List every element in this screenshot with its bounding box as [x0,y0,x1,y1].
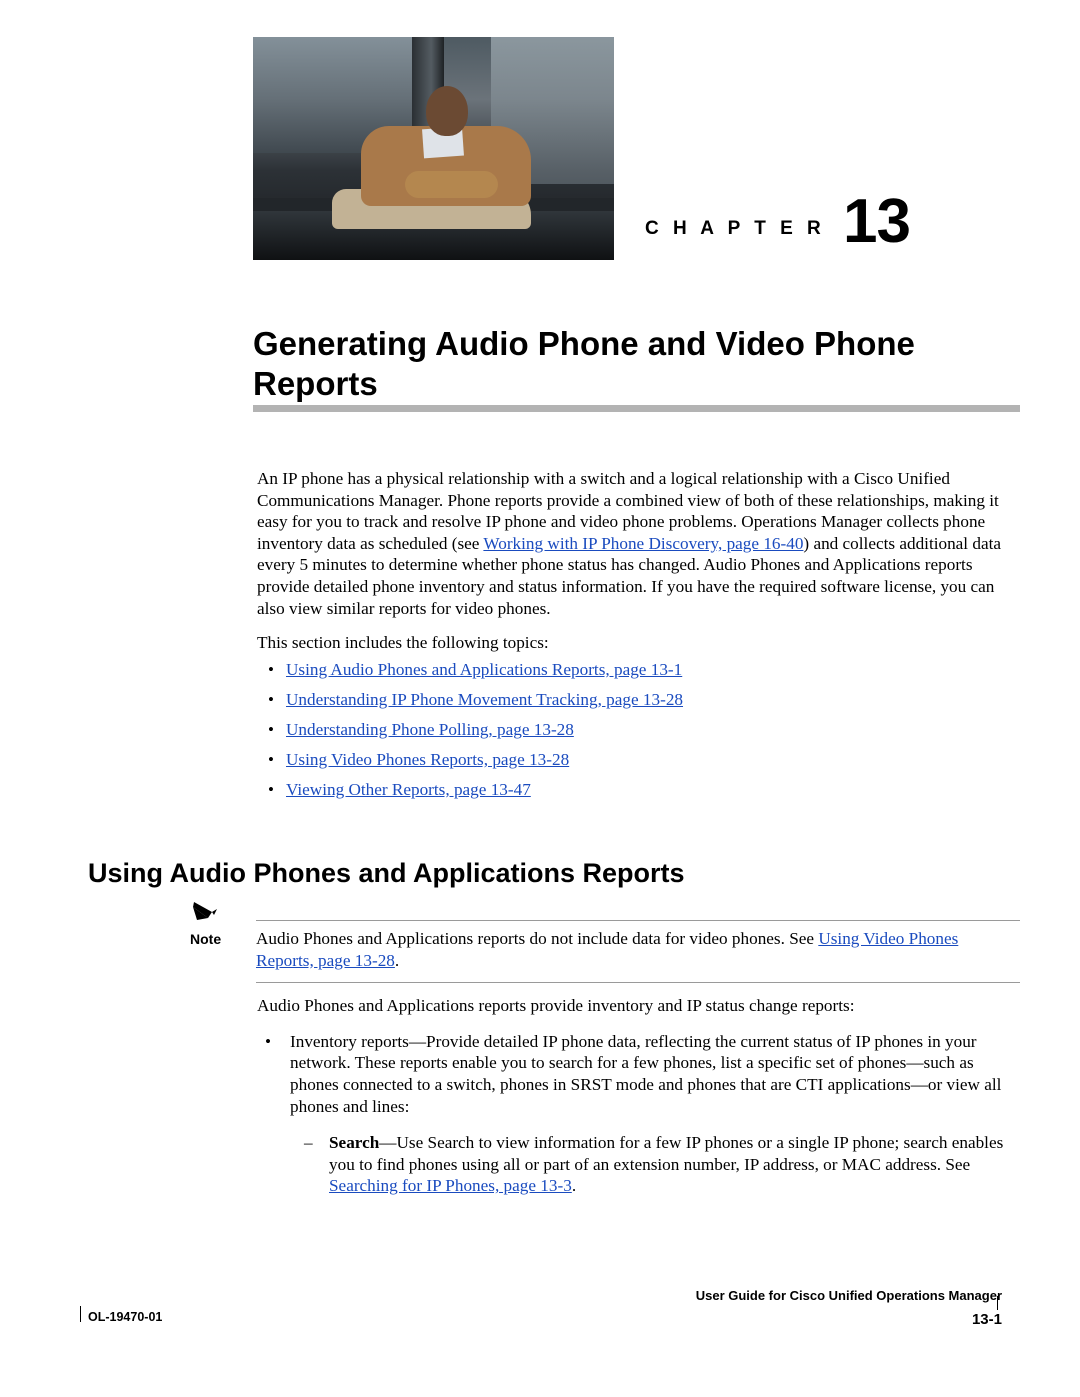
topic-link-5[interactable]: Viewing Other Reports, page 13-47 [286,780,531,799]
title-divider [253,405,1020,412]
search-term-text: —Use Search to view information for a fe… [329,1132,1004,1174]
lower-paragraph-1: Audio Phones and Applications reports pr… [257,996,855,1015]
topic-link-3[interactable]: Understanding Phone Polling, page 13-28 [286,720,574,739]
list-item[interactable]: • Viewing Other Reports, page 13-47 [262,775,1019,805]
note-divider-bottom [256,982,1020,983]
photo-person-arm [404,170,499,198]
list-item[interactable]: • Using Video Phones Reports, page 13-28 [262,745,1019,775]
chapter-number: 13 [843,187,911,256]
note-divider-top [256,920,1020,921]
bullet-glyph: • [268,750,274,769]
topic-link-2[interactable]: Understanding IP Phone Movement Tracking… [286,690,683,709]
bullet-glyph: • [265,1031,272,1051]
list-item[interactable]: • Understanding IP Phone Movement Trackin… [262,685,1019,715]
lower-body-text: Audio Phones and Applications reports pr… [257,995,1019,1197]
chapter-title-line1: Generating Audio Phone and Video Phone [253,325,915,363]
note-text-part-a: Audio Phones and Applications reports do… [256,929,819,948]
search-term-end: . [571,1176,577,1196]
footer-tick-left [80,1306,81,1322]
bullet-glyph: • [268,780,274,799]
intro-paragraph-1: An IP phone has a physical relationship … [257,468,1014,619]
topic-link-1[interactable]: Using Audio Phones and Applications Repo… [286,660,682,679]
pencil-icon [192,898,222,924]
page-title: Generating Audio Phone and Video Phone R… [253,324,973,404]
intro-paragraph-2: This section includes the following topi… [257,633,549,653]
list-item[interactable]: • Understanding Phone Polling, page 13-28 [262,715,1019,745]
section-heading: Using Audio Phones and Applications Repo… [88,858,685,889]
bullet-glyph: • [268,660,274,679]
note-label: Note [190,931,222,947]
dash-glyph: – [304,1132,313,1152]
chapter-opener-photo [253,37,614,260]
link-searching-for-ip-phones[interactable]: Searching for IP Phones, page 13-3 [329,1176,572,1195]
document-page: C H A P T E R 13 Generating Audio Phone … [0,0,1080,1397]
footer-document-id: OL-19470-01 [88,1310,163,1324]
topics-list: • Using Audio Phones and Applications Rep… [262,655,1019,805]
inventory-reports-text: Inventory reports—Provide detailed IP ph… [290,1031,1002,1116]
chapter-title-line2: Reports [253,365,378,403]
list-item: • Inventory reports—Provide detailed IP … [257,1031,1019,1118]
bullet-glyph: • [268,690,274,709]
intro-text: An IP phone has a physical relationship … [257,468,1014,667]
link-working-with-ip-phone-discovery[interactable]: Working with IP Phone Discovery, page 16… [483,534,803,553]
footer-guide-title: User Guide for Cisco Unified Operations … [695,1288,1002,1303]
note-text: Audio Phones and Applications reports do… [256,928,1020,972]
footer-page-number: 13-1 [971,1311,1002,1328]
note-text-part-b: . [394,951,400,970]
bullet-glyph: • [268,720,274,739]
list-item: – Search—Use Search to view information … [257,1132,1019,1197]
list-item[interactable]: • Using Audio Phones and Applications Rep… [262,655,1019,685]
search-term-label: Search [329,1132,380,1152]
chapter-word: C H A P T E R [645,218,826,239]
photo-person-head [426,86,469,137]
topic-link-4[interactable]: Using Video Phones Reports, page 13-28 [286,750,569,769]
